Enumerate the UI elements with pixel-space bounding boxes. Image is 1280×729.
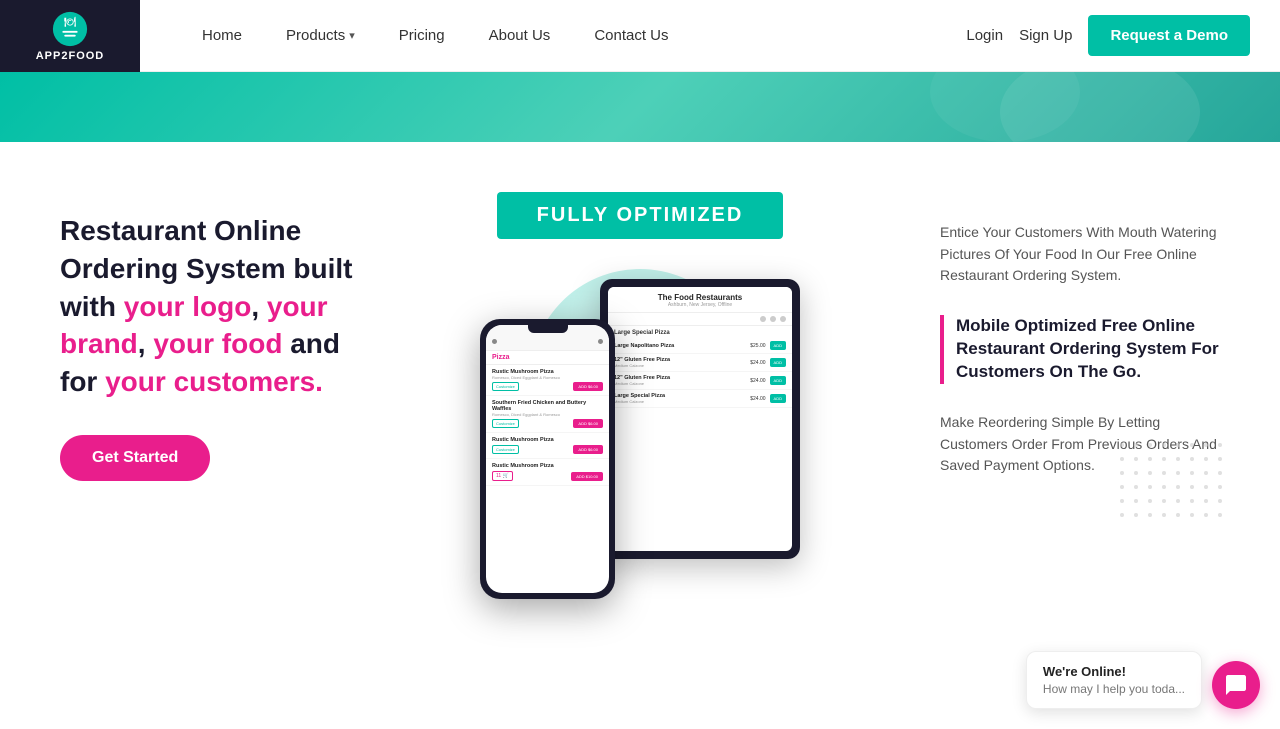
chat-button[interactable] xyxy=(1212,661,1260,709)
navbar: 🍽 APP2FOOD Home Products ▾ Pricing About… xyxy=(0,0,1280,72)
phone-mockup: Pizza Rustic Mushroom Pizza Romesco, Dic… xyxy=(480,319,615,599)
tablet-header: The Food Restaurants Ashburn, New Jersey… xyxy=(608,287,792,313)
main-content: Restaurant Online Ordering System built … xyxy=(0,142,1280,679)
feature-block-2: Mobile Optimized Free Online Restaurant … xyxy=(940,315,1220,384)
nav-home[interactable]: Home xyxy=(180,0,264,72)
get-started-button[interactable]: Get Started xyxy=(60,435,210,481)
chat-title: We're Online! xyxy=(1043,664,1185,679)
table-row: 12" Gluten Free PizzaMedium Calzone $24.… xyxy=(608,354,792,372)
phone-category: Pizza xyxy=(486,351,609,365)
tablet-mockup: The Food Restaurants Ashburn, New Jersey… xyxy=(600,279,800,559)
logo[interactable]: 🍽 APP2FOOD xyxy=(0,0,140,72)
tablet-nav-dot xyxy=(770,316,776,322)
phone-notch xyxy=(528,325,568,333)
chat-subtitle: How may I help you toda... xyxy=(1043,682,1185,696)
nav-products[interactable]: Products ▾ xyxy=(264,0,377,72)
tablet-nav xyxy=(608,313,792,326)
right-section: Entice Your Customers With Mouth Waterin… xyxy=(920,192,1220,505)
logo-icon: 🍽 xyxy=(51,10,89,48)
dot-pattern: for(let i=0;i<48;i++) document.write('<d… xyxy=(1120,443,1230,525)
chat-icon xyxy=(1224,673,1248,697)
feature-block-1: Entice Your Customers With Mouth Waterin… xyxy=(940,222,1220,287)
nav-pricing[interactable]: Pricing xyxy=(377,0,467,72)
tablet-restaurant-name: The Food Restaurants xyxy=(616,293,784,302)
list-item: Rustic Mushroom Pizza 11 🛒 ADD $10.00 xyxy=(486,459,609,486)
devices-wrapper: The Food Restaurants Ashburn, New Jersey… xyxy=(480,259,800,639)
headline: Restaurant Online Ordering System built … xyxy=(60,212,360,401)
highlight-food: your food xyxy=(153,328,282,359)
list-item: Southern Fried Chicken and Buttery Waffl… xyxy=(486,396,609,433)
highlight-logo: your logo xyxy=(124,291,252,322)
table-row: 12" Gluten Free PizzaMedium Calzone $24.… xyxy=(608,372,792,390)
request-demo-button[interactable]: Request a Demo xyxy=(1088,15,1250,56)
chat-widget: We're Online! How may I help you toda... xyxy=(1026,651,1260,709)
fully-optimized-badge: FULLY OPTIMIZED xyxy=(497,192,784,239)
chevron-down-icon: ▾ xyxy=(349,29,355,42)
feature-text-1: Entice Your Customers With Mouth Waterin… xyxy=(940,222,1220,287)
table-row: Large Special PizzaMedium Calzone $24.00… xyxy=(608,390,792,408)
logo-text: APP2FOOD xyxy=(36,50,105,62)
highlight-customers: your customers. xyxy=(105,366,323,397)
devices-container: The Food Restaurants Ashburn, New Jersey… xyxy=(480,259,800,639)
nav-menu: Home Products ▾ Pricing About Us Contact… xyxy=(140,0,966,72)
nav-contact[interactable]: Contact Us xyxy=(572,0,690,72)
chat-bubble: We're Online! How may I help you toda... xyxy=(1026,651,1202,709)
nav-actions: Login Sign Up Request a Demo xyxy=(966,15,1280,56)
phone-icon xyxy=(598,339,603,344)
tablet-category: Large Special Pizza xyxy=(608,326,792,338)
tablet-content: Large Special Pizza Large Napolitano Piz… xyxy=(608,326,792,551)
hero-banner xyxy=(0,72,1280,142)
list-item: Rustic Mushroom Pizza Romesco, Diced Egg… xyxy=(486,365,609,396)
tablet-screen: The Food Restaurants Ashburn, New Jersey… xyxy=(608,287,792,551)
tablet-restaurant-sub: Ashburn, New Jersey, Offline xyxy=(616,302,784,308)
tablet-nav-dot xyxy=(780,316,786,322)
nav-about[interactable]: About Us xyxy=(467,0,573,72)
signup-link[interactable]: Sign Up xyxy=(1019,27,1072,44)
left-section: Restaurant Online Ordering System built … xyxy=(60,192,360,481)
phone-screen: Pizza Rustic Mushroom Pizza Romesco, Dic… xyxy=(486,325,609,593)
login-link[interactable]: Login xyxy=(966,27,1003,44)
table-row: Large Napolitano Pizza $25.00 ADD xyxy=(608,338,792,354)
tablet-nav-dot xyxy=(760,316,766,322)
phone-icon xyxy=(492,339,497,344)
list-item: Rustic Mushroom Pizza Customize ADD $6.0… xyxy=(486,433,609,459)
feature-title-2: Mobile Optimized Free Online Restaurant … xyxy=(956,315,1220,384)
svg-text:🍽: 🍽 xyxy=(64,16,77,28)
center-section: FULLY OPTIMIZED The Food Restaurants Ash… xyxy=(360,192,920,639)
